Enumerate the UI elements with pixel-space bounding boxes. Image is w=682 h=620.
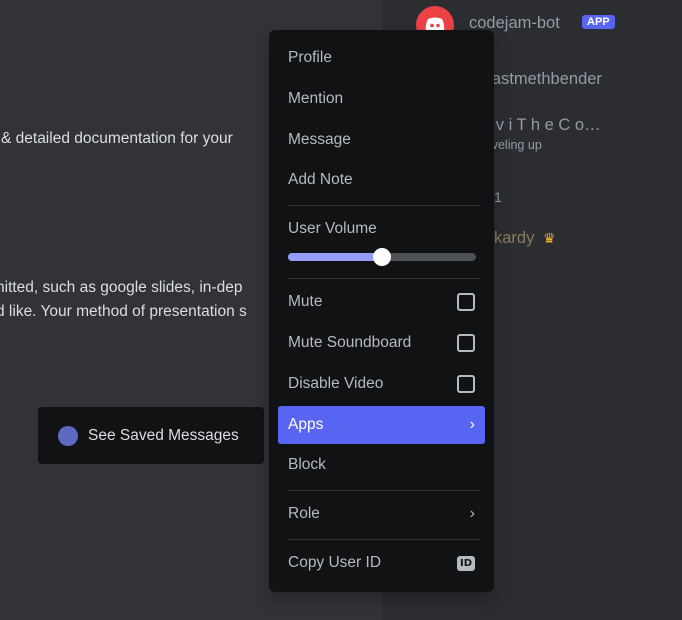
mute-soundboard-checkbox[interactable] bbox=[457, 334, 475, 352]
menu-item-disable-video[interactable]: Disable Video bbox=[278, 365, 485, 403]
menu-item-block[interactable]: Block bbox=[278, 446, 485, 484]
mute-checkbox[interactable] bbox=[457, 293, 475, 311]
app-badge: APP bbox=[582, 15, 615, 29]
slider-handle[interactable] bbox=[373, 248, 391, 266]
menu-item-apps[interactable]: Apps › bbox=[278, 406, 485, 444]
saved-messages-label: See Saved Messages bbox=[88, 426, 239, 444]
message-text: nitted, such as google slides, in-dep bbox=[0, 279, 243, 296]
menu-item-mute[interactable]: Mute bbox=[278, 283, 485, 321]
menu-item-label: Copy User ID bbox=[288, 554, 382, 571]
member-name: kardy bbox=[494, 229, 535, 247]
member-name: elastmethbender bbox=[479, 70, 602, 88]
menu-item-label: Profile bbox=[288, 49, 332, 66]
menu-item-label: Role bbox=[288, 505, 320, 522]
menu-item-label: Add Note bbox=[288, 171, 353, 188]
menu-item-label: Block bbox=[288, 456, 326, 473]
message-text: & detailed documentation for your bbox=[1, 130, 233, 147]
slider-fill bbox=[288, 253, 382, 261]
menu-item-role[interactable]: Role › bbox=[278, 495, 485, 533]
user-volume-slider[interactable] bbox=[288, 248, 476, 266]
message-text: d like. Your method of presentation s bbox=[0, 303, 247, 320]
member-name: a v i T h e C o… bbox=[482, 116, 601, 134]
menu-item-label: Mention bbox=[288, 90, 344, 107]
see-saved-messages-button[interactable]: See Saved Messages bbox=[38, 407, 264, 464]
menu-item-mute-soundboard[interactable]: Mute Soundboard bbox=[278, 324, 485, 362]
id-icon: ID bbox=[456, 555, 475, 571]
menu-item-mention[interactable]: Mention bbox=[278, 80, 485, 118]
user-context-menu: Profile Mention Message Add Note User Vo… bbox=[269, 30, 494, 592]
menu-item-message[interactable]: Message bbox=[278, 121, 485, 159]
menu-item-label: Message bbox=[288, 131, 351, 148]
disable-video-checkbox[interactable] bbox=[457, 375, 475, 393]
menu-item-label: Mute Soundboard bbox=[288, 334, 412, 351]
menu-separator bbox=[288, 278, 480, 279]
menu-item-label: Mute bbox=[288, 293, 323, 310]
menu-item-profile[interactable]: Profile bbox=[278, 39, 485, 77]
menu-item-label: Disable Video bbox=[288, 375, 384, 392]
chevron-right-icon: › bbox=[469, 416, 475, 433]
member-name: 1 bbox=[494, 189, 502, 205]
crown-icon: ♛ bbox=[543, 230, 556, 246]
menu-separator bbox=[288, 490, 480, 491]
menu-separator bbox=[288, 539, 480, 540]
menu-separator bbox=[288, 205, 480, 206]
chevron-right-icon: › bbox=[469, 505, 475, 522]
menu-item-label: Apps bbox=[288, 416, 324, 433]
menu-item-add-note[interactable]: Add Note bbox=[278, 161, 485, 199]
menu-item-copy-user-id[interactable]: Copy User ID ID bbox=[278, 544, 485, 582]
user-volume-label: User Volume bbox=[288, 220, 377, 237]
saved-messages-icon bbox=[58, 425, 78, 446]
